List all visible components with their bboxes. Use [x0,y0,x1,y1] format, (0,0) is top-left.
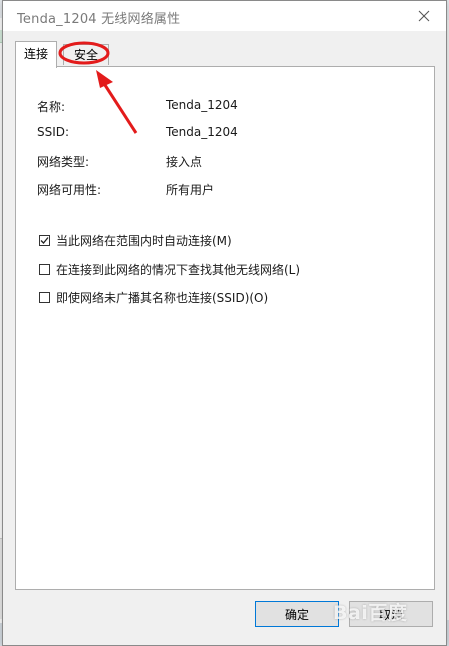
field-label-availability: 网络可用性: [37,183,102,197]
wireless-properties-dialog: Tenda_1204 无线网络属性 连接 安全 名称: Tenda_1204 S… [2,0,447,646]
dialog-title: Tenda_1204 无线网络属性 [17,12,181,27]
field-label-network-type: 网络类型: [37,155,90,169]
field-value-network-type: 接入点 [166,155,203,169]
field-value-ssid: Tenda_1204 [166,125,238,139]
screen: Tenda_1204 无线网络属性 连接 安全 名称: Tenda_1204 S… [0,0,449,646]
title-bar: Tenda_1204 无线网络属性 [3,1,446,31]
checkbox-connect-hidden-ssid[interactable] [39,292,50,303]
option-find-other-networks[interactable]: 在连接到此网络的情况下查找其他无线网络(L) [39,261,300,278]
field-label-name: 名称: [37,100,66,114]
close-icon [418,10,430,22]
checkbox-find-other-networks[interactable] [39,264,50,275]
option-label: 即使网络未广播其名称也连接(SSID)(O) [56,291,269,305]
option-connect-hidden-ssid[interactable]: 即使网络未广播其名称也连接(SSID)(O) [39,289,268,306]
close-button[interactable] [410,3,438,29]
option-label: 当此网络在范围内时自动连接(M) [56,234,232,248]
option-label: 在连接到此网络的情况下查找其他无线网络(L) [56,263,301,277]
option-auto-connect[interactable]: 当此网络在范围内时自动连接(M) [39,232,232,249]
checkbox-auto-connect[interactable] [39,235,50,246]
tab-security[interactable]: 安全 [63,44,110,65]
baidu-watermark: Bai百度 [333,602,408,624]
field-value-name: Tenda_1204 [166,98,238,112]
tab-bar: 连接 安全 [15,41,435,68]
checkmark-icon [40,237,49,244]
ok-button[interactable]: 确定 [255,601,339,627]
connection-panel: 名称: Tenda_1204 SSID: Tenda_1204 网络类型: 接入… [15,66,435,590]
field-label-ssid: SSID: [37,125,70,139]
tab-connection[interactable]: 连接 [15,41,58,68]
field-value-availability: 所有用户 [166,183,215,197]
